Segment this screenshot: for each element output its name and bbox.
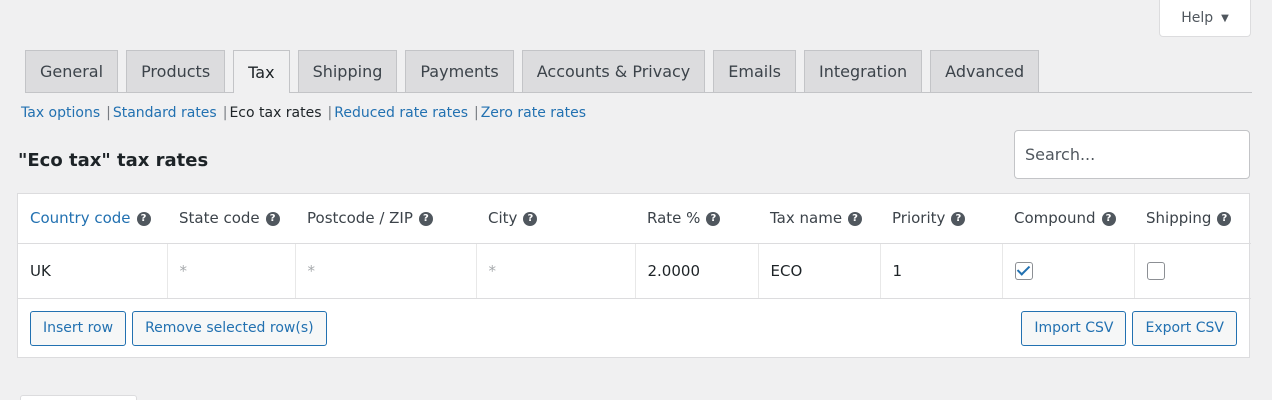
question-circle-icon[interactable]: ? <box>265 211 280 226</box>
save-button-partial[interactable] <box>20 395 137 400</box>
tab-integration[interactable]: Integration <box>804 50 923 92</box>
tax-section-nav: Tax options | Standard rates | Eco tax r… <box>21 105 586 121</box>
tab-accounts-privacy[interactable]: Accounts & Privacy <box>521 50 706 92</box>
subnav-zero-rate-rates[interactable]: Zero rate rates <box>481 105 586 121</box>
cell-state[interactable]: * <box>167 243 296 299</box>
question-circle-icon[interactable]: ? <box>951 211 966 226</box>
cell-shipping <box>1134 243 1251 299</box>
table-actions: Insert row Remove selected row(s) Import… <box>18 299 1249 358</box>
tab-tax[interactable]: Tax <box>233 50 290 93</box>
insert-row-button[interactable]: Insert row <box>30 310 127 346</box>
table-header-row: Country code? State code? Postcode / ZIP… <box>18 194 1251 244</box>
cell-country[interactable]: UK <box>18 243 168 299</box>
column-compound: Compound? <box>1002 194 1134 244</box>
tab-payments[interactable]: Payments <box>405 50 514 92</box>
question-circle-icon[interactable]: ? <box>706 211 721 226</box>
cell-rate[interactable]: 2.0000 <box>635 243 759 299</box>
column-tax-name: Tax name? <box>758 194 880 244</box>
subnav-reduced-rate-rates[interactable]: Reduced rate rates <box>334 105 468 121</box>
column-city: City? <box>476 194 635 244</box>
question-circle-icon[interactable]: ? <box>523 211 538 226</box>
section-title: "Eco tax" tax rates <box>18 150 209 171</box>
cell-city[interactable]: * <box>476 243 636 299</box>
settings-tabs: General Products Tax Shipping Payments A… <box>25 49 1252 93</box>
tab-emails[interactable]: Emails <box>713 50 796 92</box>
subnav-separator: | <box>106 105 111 121</box>
caret-down-icon: ▼ <box>1221 12 1229 24</box>
tab-advanced[interactable]: Advanced <box>930 50 1040 92</box>
question-circle-icon[interactable]: ? <box>136 211 151 226</box>
question-circle-icon[interactable]: ? <box>1101 211 1116 226</box>
tab-products[interactable]: Products <box>126 50 226 92</box>
column-country-code[interactable]: Country code? <box>18 194 167 244</box>
cell-priority[interactable]: 1 <box>880 243 1003 299</box>
tax-rates-table: Country code? State code? Postcode / ZIP… <box>17 193 1251 358</box>
subnav-eco-tax-rates[interactable]: Eco tax rates <box>229 105 321 121</box>
compound-checkbox[interactable] <box>1014 261 1033 280</box>
tab-shipping[interactable]: Shipping <box>297 50 398 92</box>
table-row[interactable]: UK * * * 2.0000 ECO 1 <box>18 243 1251 299</box>
subnav-standard-rates[interactable]: Standard rates <box>113 105 217 121</box>
help-button[interactable]: Help ▼ <box>1159 0 1251 37</box>
column-priority: Priority? <box>880 194 1002 244</box>
column-rate: Rate %? <box>635 194 758 244</box>
help-label: Help <box>1181 10 1214 26</box>
subnav-separator: | <box>222 105 228 121</box>
import-csv-button[interactable]: Import CSV <box>1021 310 1127 346</box>
question-circle-icon[interactable]: ? <box>418 211 433 226</box>
column-shipping: Shipping? <box>1134 194 1251 244</box>
subnav-tax-options[interactable]: Tax options <box>21 105 100 121</box>
question-circle-icon[interactable]: ? <box>1217 211 1232 226</box>
cell-compound <box>1002 243 1135 299</box>
export-csv-button[interactable]: Export CSV <box>1132 310 1237 346</box>
column-state-code: State code? <box>167 194 295 244</box>
shipping-checkbox[interactable] <box>1146 261 1165 280</box>
cell-postcode[interactable]: * <box>295 243 477 299</box>
column-postcode: Postcode / ZIP? <box>295 194 476 244</box>
cell-tax-name[interactable]: ECO <box>758 243 881 299</box>
remove-selected-rows-button[interactable]: Remove selected row(s) <box>132 310 327 346</box>
subnav-separator: | <box>474 105 479 121</box>
tab-general[interactable]: General <box>25 50 119 92</box>
woocommerce-settings-page: Help ▼ General Products Tax Shipping Pay… <box>0 0 1272 400</box>
question-circle-icon[interactable]: ? <box>848 211 863 226</box>
subnav-separator: | <box>327 105 333 121</box>
search-input[interactable] <box>1014 130 1250 179</box>
